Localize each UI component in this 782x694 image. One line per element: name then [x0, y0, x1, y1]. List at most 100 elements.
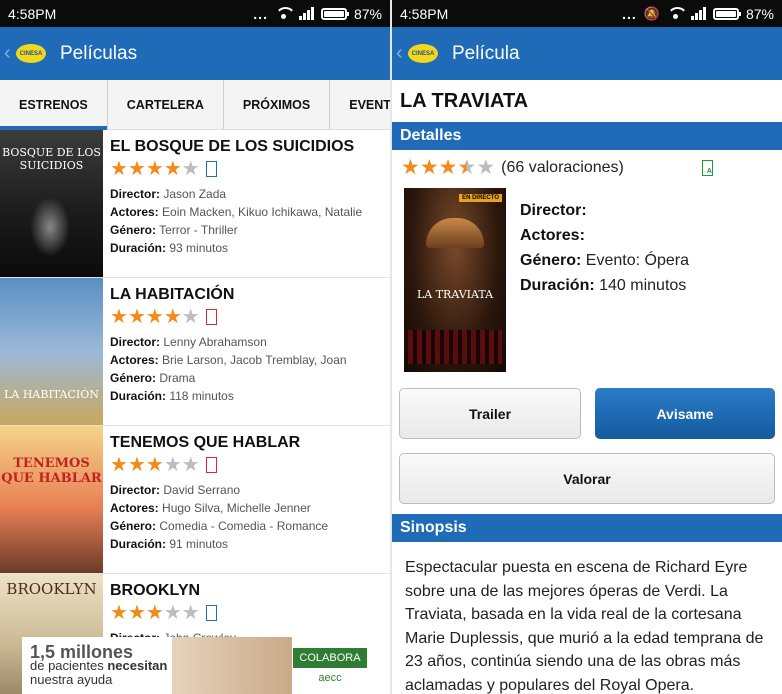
cinesa-logo[interactable]: CINESA — [408, 44, 438, 63]
star-rating: ★ ★ ★ ★ ★ — [110, 158, 362, 180]
duration-value: 91 minutos — [166, 537, 229, 551]
movie-list[interactable]: BOSQUE DE LOS SUICIDIOS EL BOSQUE DE LOS… — [0, 130, 390, 694]
star-filled-icon: ★ — [419, 156, 439, 179]
star-filled-icon: ★ — [163, 306, 182, 328]
movie-detail-screen: 4:58PM ... 🔕 87% ‹ CINESA Película LA TR… — [392, 0, 782, 694]
movie-title: BROOKLYN — [110, 582, 201, 599]
synopsis-header: Sinopsis — [392, 514, 782, 542]
age-rating-icon — [205, 309, 217, 325]
director-value: Lenny Abrahamson — [160, 335, 267, 349]
star-empty-icon: ★ — [163, 454, 182, 476]
star-filled-icon: ★ — [110, 602, 128, 624]
movie-poster[interactable]: EN DIRECTO LA TRAVIATA — [404, 188, 506, 372]
ad-banner[interactable]: 1,5 millones de pacientes necesitan nues… — [22, 637, 368, 694]
star-filled-icon: ★ — [127, 306, 146, 328]
star-empty-icon: ★ — [181, 158, 200, 180]
actors-value: Hugo Silva, Michelle Jenner — [158, 501, 311, 515]
synopsis-text: Espectacular puesta en escena de Richard… — [405, 559, 764, 694]
star-filled-icon: ★ — [110, 306, 128, 328]
movie-item[interactable]: LA HABITACIÓN LA HABITACIÓN ★ ★ ★ ★ ★ Direct… — [0, 278, 390, 426]
avisame-button[interactable]: Avisame — [595, 388, 775, 439]
age-rating-icon — [205, 161, 217, 177]
notification-dots-icon: ... — [253, 5, 268, 22]
star-filled-icon: ★ — [145, 602, 164, 624]
star-empty-icon: ★ — [476, 156, 496, 179]
director-value: David Serrano — [160, 483, 241, 497]
mute-icon: 🔕 — [643, 5, 660, 21]
genre-value: Terror - Thriller — [156, 223, 238, 237]
genre-value: Evento: Ópera — [581, 252, 689, 269]
movie-title: LA HABITACIÓN — [110, 286, 235, 303]
battery-percent: 87% — [745, 5, 774, 22]
ad-image — [172, 637, 292, 694]
aecc-logo: aecc — [318, 671, 342, 684]
star-filled-icon: ★ — [127, 454, 146, 476]
movie-poster[interactable]: BOSQUE DE LOS SUICIDIOS — [0, 130, 103, 277]
star-filled-icon: ★ — [145, 454, 164, 476]
movie-item[interactable]: TENEMOS QUE HABLAR TENEMOS QUE HABLAR ★ ★… — [0, 426, 390, 574]
signal-icon — [690, 7, 706, 20]
app-bar: ‹ CINESA Películas — [0, 27, 390, 80]
back-chevron-icon[interactable]: ‹ — [4, 42, 16, 65]
valorar-button[interactable]: Valorar — [399, 453, 775, 504]
actors-value: Brie Larson, Jacob Tremblay, Joan — [158, 353, 347, 367]
ratings-count: (66 valoraciones) — [501, 159, 624, 176]
tab-bar: ESTRENOS CARTELERA PRÓXIMOS EVENTOS — [0, 80, 390, 130]
movie-title: LA TRAVIATA — [400, 90, 529, 112]
star-rating: ★ ★ ★ ★ ★ — [110, 602, 236, 624]
app-bar: ‹ CINESA Película — [392, 27, 782, 80]
movie-title: TENEMOS QUE HABLAR — [110, 434, 301, 451]
tab-proximos[interactable]: PRÓXIMOS — [224, 80, 331, 129]
wifi-icon — [666, 7, 688, 20]
battery-percent: 87% — [353, 5, 382, 22]
actors-value: Eoin Macken, Kikuo Ichikawa, Natalie — [158, 205, 363, 219]
rating-row: ★ ★ ★ ★ ★ (66 valoraciones) A — [392, 150, 782, 186]
star-filled-icon: ★ — [127, 158, 146, 180]
colabora-button[interactable]: COLABORA — [293, 647, 367, 668]
movie-poster[interactable]: LA HABITACIÓN — [0, 278, 103, 425]
status-time: 4:58PM — [8, 5, 57, 22]
age-rating-icon — [205, 605, 217, 621]
signal-icon — [298, 7, 314, 20]
duration-value: 118 minutos — [166, 389, 234, 403]
star-half-icon: ★ — [457, 156, 477, 179]
genre-value: Drama — [156, 371, 196, 385]
star-empty-icon: ★ — [163, 602, 182, 624]
live-badge: EN DIRECTO — [459, 194, 502, 202]
tab-estrenos[interactable]: ESTRENOS — [0, 80, 108, 130]
genre-value: Comedia - Comedia - Romance — [156, 519, 329, 533]
star-rating: ★ ★ ★ ★ ★ — [110, 306, 347, 328]
movie-poster[interactable]: TENEMOS QUE HABLAR — [0, 426, 103, 573]
page-title: Películas — [60, 42, 138, 64]
star-rating[interactable]: ★ ★ ★ ★ ★ — [401, 156, 496, 179]
age-rating-icon — [205, 457, 217, 473]
star-empty-icon: ★ — [181, 602, 200, 624]
tab-cartelera[interactable]: CARTELERA — [108, 80, 224, 129]
wifi-icon — [274, 7, 296, 20]
star-filled-icon: ★ — [401, 156, 420, 179]
age-rating-icon: A — [701, 160, 713, 176]
page-title: Película — [452, 42, 520, 64]
cinesa-logo[interactable]: CINESA — [16, 44, 46, 63]
star-filled-icon: ★ — [127, 602, 146, 624]
duration-value: 140 minutos — [594, 277, 687, 294]
star-filled-icon: ★ — [145, 158, 164, 180]
star-filled-icon: ★ — [110, 158, 128, 180]
tab-eventos[interactable]: EVENTOS — [330, 80, 390, 129]
star-rating: ★ ★ ★ ★ ★ — [110, 454, 328, 476]
status-time: 4:58PM — [400, 5, 449, 22]
battery-icon — [712, 7, 741, 20]
movies-list-screen: 4:58PM ... 87% ‹ CINESA Películas ESTREN… — [0, 0, 390, 694]
star-empty-icon: ★ — [181, 306, 200, 328]
back-chevron-icon[interactable]: ‹ — [396, 42, 408, 65]
star-filled-icon: ★ — [110, 454, 128, 476]
details-header: Detalles — [392, 122, 782, 150]
battery-icon — [320, 7, 349, 20]
trailer-button[interactable]: Trailer — [399, 388, 581, 439]
star-empty-icon: ★ — [181, 454, 200, 476]
movie-title: EL BOSQUE DE LOS SUICIDIOS — [110, 138, 355, 155]
notification-dots-icon: ... — [622, 5, 637, 22]
director-value: Jason Zada — [160, 187, 227, 201]
star-filled-icon: ★ — [438, 156, 458, 179]
movie-item[interactable]: BOSQUE DE LOS SUICIDIOS EL BOSQUE DE LOS… — [0, 130, 390, 278]
